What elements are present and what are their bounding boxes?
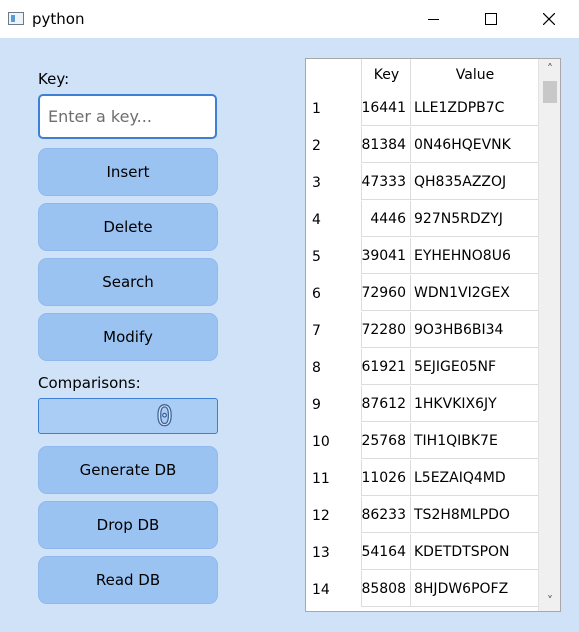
row-number: 13 — [312, 544, 330, 561]
minimize-icon — [427, 18, 439, 20]
modify-button[interactable]: Modify — [38, 313, 218, 361]
row-number: 6 — [312, 285, 321, 302]
close-icon — [543, 13, 555, 25]
row-number: 11 — [312, 470, 330, 487]
row-number: 9 — [312, 396, 321, 413]
python-window-icon — [8, 12, 24, 25]
row-number: 5 — [312, 248, 321, 265]
close-button[interactable] — [526, 0, 572, 38]
value-cell[interactable]: QH835AZZOJ — [410, 164, 538, 200]
key-label: Key: — [38, 70, 70, 88]
comparisons-label: Comparisons: — [38, 374, 141, 392]
table-row[interactable]: 9 87612 1HKVKIX6JY — [306, 386, 538, 423]
key-cell[interactable]: 4446 — [361, 201, 410, 237]
table-row[interactable]: 4 4446 927N5RDZYJ — [306, 201, 538, 238]
row-number: 12 — [312, 507, 330, 524]
table-row[interactable]: 14 85808 8HJDW6POFZ — [306, 571, 538, 608]
value-cell[interactable]: L5EZAIQ4MD — [410, 460, 538, 496]
data-table[interactable]: Key Value 1 16441 LLE1ZDPB7C 2 81384 0N46HQEV… — [305, 58, 561, 612]
table-row[interactable]: 7 72280 9O3HB6BI34 — [306, 312, 538, 349]
table-row[interactable]: 6 72960 WDN1VI2GEX — [306, 275, 538, 312]
comparisons-lcd-display: 0 — [38, 398, 218, 434]
scroll-up-arrow-icon[interactable]: ˄ — [539, 59, 560, 79]
table-row[interactable]: 8 61921 5EJIGE05NF — [306, 349, 538, 386]
value-cell[interactable]: LLE1ZDPB7C — [410, 90, 538, 126]
drop-db-button[interactable]: Drop DB — [38, 501, 218, 549]
value-cell[interactable]: TIH1QIBK7E — [410, 423, 538, 459]
table-row[interactable]: 10 25768 TIH1QIBK7E — [306, 423, 538, 460]
row-number: 8 — [312, 359, 321, 376]
row-number: 7 — [312, 322, 321, 339]
value-cell[interactable]: 5EJIGE05NF — [410, 349, 538, 385]
row-number: 1 — [312, 100, 321, 117]
key-cell[interactable]: 87612 — [361, 386, 410, 422]
row-number: 3 — [312, 174, 321, 191]
key-cell[interactable]: 81384 — [361, 127, 410, 163]
value-cell[interactable]: 9O3HB6BI34 — [410, 312, 538, 348]
value-cell[interactable]: WDN1VI2GEX — [410, 275, 538, 311]
value-cell[interactable]: 1HKVKIX6JY — [410, 386, 538, 422]
row-number: 4 — [312, 211, 321, 228]
table-row[interactable]: 5 39041 EYHEHNO8U6 — [306, 238, 538, 275]
window-title: python — [32, 10, 85, 28]
value-cell[interactable]: 8HJDW6POFZ — [410, 571, 538, 607]
column-header-value[interactable]: Value — [410, 59, 539, 90]
comparisons-value: 0 — [156, 399, 174, 432]
key-cell[interactable]: 86233 — [361, 497, 410, 533]
key-cell[interactable]: 72960 — [361, 275, 410, 311]
scrollbar-thumb[interactable] — [543, 81, 557, 103]
key-cell[interactable]: 11026 — [361, 460, 410, 496]
key-cell[interactable]: 16441 — [361, 90, 410, 126]
row-number: 2 — [312, 137, 321, 154]
value-cell[interactable]: 927N5RDZYJ — [410, 201, 538, 237]
table-row[interactable]: 11 11026 L5EZAIQ4MD — [306, 460, 538, 497]
minimize-button[interactable] — [410, 0, 456, 38]
row-number: 10 — [312, 433, 330, 450]
value-cell[interactable]: EYHEHNO8U6 — [410, 238, 538, 274]
maximize-button[interactable] — [468, 0, 514, 38]
key-cell[interactable]: 47333 — [361, 164, 410, 200]
key-cell[interactable]: 85808 — [361, 571, 410, 607]
maximize-icon — [485, 13, 497, 25]
table-row[interactable]: 12 86233 TS2H8MLPDO — [306, 497, 538, 534]
table-row[interactable]: 2 81384 0N46HQEVNK — [306, 127, 538, 164]
row-number: 14 — [312, 581, 330, 598]
key-cell[interactable]: 39041 — [361, 238, 410, 274]
value-cell[interactable]: TS2H8MLPDO — [410, 497, 538, 533]
search-button[interactable]: Search — [38, 258, 218, 306]
vertical-scrollbar[interactable]: ˄ ˅ — [538, 59, 560, 611]
generate-db-button[interactable]: Generate DB — [38, 446, 218, 494]
key-cell[interactable]: 72280 — [361, 312, 410, 348]
title-bar: python — [0, 0, 579, 38]
key-cell[interactable]: 54164 — [361, 534, 410, 570]
column-header-key[interactable]: Key — [361, 59, 411, 90]
key-cell[interactable]: 25768 — [361, 423, 410, 459]
table-row[interactable]: 1 16441 LLE1ZDPB7C — [306, 90, 538, 127]
delete-button[interactable]: Delete — [38, 203, 218, 251]
scroll-down-arrow-icon[interactable]: ˅ — [539, 591, 560, 611]
insert-button[interactable]: Insert — [38, 148, 218, 196]
key-input[interactable] — [38, 94, 217, 139]
value-cell[interactable]: 0N46HQEVNK — [410, 127, 538, 163]
table-row[interactable]: 3 47333 QH835AZZOJ — [306, 164, 538, 201]
table-row[interactable]: 13 54164 KDETDTSPON — [306, 534, 538, 571]
value-cell[interactable]: KDETDTSPON — [410, 534, 538, 570]
key-cell[interactable]: 61921 — [361, 349, 410, 385]
read-db-button[interactable]: Read DB — [38, 556, 218, 604]
